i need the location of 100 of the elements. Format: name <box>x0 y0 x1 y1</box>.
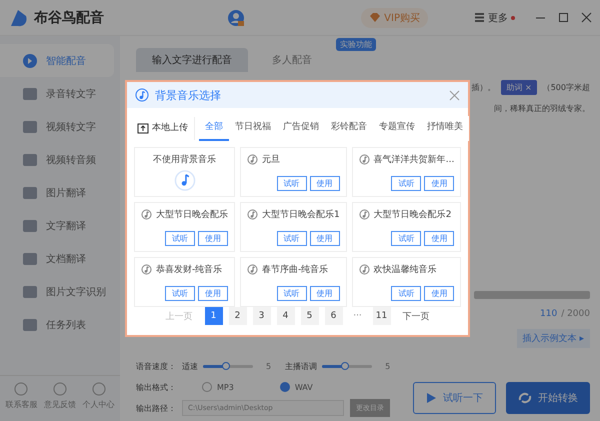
preview-button[interactable]: 试听 <box>165 231 195 246</box>
track-name: 春节序曲-纯音乐 <box>262 264 328 276</box>
page-button[interactable]: 11 <box>372 307 390 325</box>
track-name: 元旦 <box>262 154 280 166</box>
track-name: 欢快温馨纯音乐 <box>374 264 437 276</box>
hint-text: 间，稀释真正的羽绒专家。 <box>494 103 590 114</box>
setting-label: 输出路径： <box>136 402 176 414</box>
footer-link[interactable]: 意见反馈 <box>44 382 76 410</box>
track-name: 不使用背景音乐 <box>153 154 216 166</box>
circle-icon <box>92 382 106 396</box>
preview-button[interactable]: 试听 <box>165 286 195 301</box>
music-note-icon <box>358 264 370 275</box>
slider-label: 主播语调 <box>285 360 318 372</box>
sidebar-item-icon <box>22 250 38 266</box>
character-counter: 110 / 2000 <box>540 308 590 321</box>
circle-icon <box>52 382 67 396</box>
music-note-icon <box>247 209 258 220</box>
format-radio[interactable]: MP3 <box>202 382 234 392</box>
play-icon <box>426 392 437 404</box>
footer-link[interactable]: 个人中心 <box>82 382 115 410</box>
preview-button[interactable]: 试听 <box>391 231 422 246</box>
preview-button[interactable]: 试听 <box>391 176 422 191</box>
insert-example-button[interactable]: 插入示例文本 ▸ <box>516 329 590 348</box>
sidebar-item[interactable]: 视频转音频 <box>0 143 114 176</box>
use-button[interactable]: 使用 <box>310 176 340 191</box>
preview-button[interactable]: 试听 <box>391 286 422 301</box>
use-button[interactable]: 使用 <box>198 286 228 301</box>
music-note-icon <box>358 209 370 220</box>
more-menu[interactable]: 更多 <box>474 10 515 24</box>
sidebar-item-icon <box>22 284 38 300</box>
track-name: 喜气洋洋共贺新年... <box>374 154 454 166</box>
use-button[interactable]: 使用 <box>424 231 454 246</box>
sidebar-item[interactable]: 图片翻译 <box>0 176 114 209</box>
close-icon[interactable] <box>581 12 592 23</box>
sidebar-item-icon <box>22 152 38 168</box>
slider[interactable] <box>203 364 253 368</box>
page-button[interactable]: 5 <box>300 307 318 325</box>
preview-button[interactable]: 试听 <box>276 286 307 301</box>
track-name: 恭喜发财-纯音乐 <box>156 264 222 276</box>
track-name: 大型节日晚会配乐1 <box>262 208 340 221</box>
music-note-icon <box>174 170 196 191</box>
sidebar-item[interactable]: 智能配音 <box>0 44 114 77</box>
music-note-icon <box>141 264 152 275</box>
sidebar-item-icon <box>22 316 38 332</box>
diamond-icon <box>369 12 382 23</box>
mode-tab[interactable]: 输入文字进行配音 <box>136 48 248 72</box>
sidebar-item-icon <box>22 184 38 200</box>
use-button[interactable]: 使用 <box>198 231 228 246</box>
sidebar-item[interactable]: 任务列表 <box>0 308 114 341</box>
maximize-icon[interactable] <box>558 12 569 23</box>
slider-label: 适速 <box>182 360 198 372</box>
page-button[interactable]: 4 <box>276 307 294 325</box>
page-button[interactable]: 2 <box>228 307 246 325</box>
sidebar-item-icon <box>22 218 38 234</box>
page-button[interactable]: 6 <box>324 307 342 325</box>
music-note-icon <box>358 154 370 165</box>
sidebar-item[interactable]: 文档翻译 <box>0 242 114 275</box>
preview-button[interactable]: 试听 <box>276 231 307 246</box>
menu-icon <box>474 12 485 23</box>
circle-icon <box>14 382 28 396</box>
dialog-title: 背景音乐选择 <box>155 88 221 102</box>
pause-chip[interactable]: 助词 × <box>501 80 537 95</box>
music-note-icon <box>141 209 152 220</box>
slider-value: 5 <box>385 362 390 370</box>
vip-button[interactable]: VIP购买 <box>361 8 428 28</box>
use-button[interactable]: 使用 <box>424 286 454 301</box>
track-name: 大型节日晚会配乐2 <box>374 208 452 221</box>
sidebar-item[interactable]: 录音转文字 <box>0 77 114 110</box>
notification-dot-icon <box>511 16 515 20</box>
track-name: 大型节日晚会配乐 <box>156 208 228 221</box>
format-radio[interactable]: WAV <box>280 382 313 392</box>
sidebar-item-icon <box>22 118 38 134</box>
slider[interactable] <box>322 364 372 368</box>
sidebar-item-icon <box>22 86 38 102</box>
preview-button[interactable]: 试听一下 <box>413 382 496 414</box>
use-button[interactable]: 使用 <box>310 231 340 246</box>
slider-value: 5 <box>266 362 272 370</box>
hint-text: （500字米超 <box>542 82 590 93</box>
hint-text: 插）。 <box>471 82 496 93</box>
sidebar-item[interactable]: 图片文字识别 <box>0 275 114 308</box>
page-button[interactable]: 1 <box>204 307 222 325</box>
sidebar-item-icon <box>22 52 38 68</box>
setting-label: 输出格式： <box>136 382 176 392</box>
page-button[interactable]: 3 <box>252 307 270 325</box>
footer-link[interactable]: 联系客服 <box>5 382 38 410</box>
music-note-icon <box>247 264 258 275</box>
setting-label: 语音速度： <box>136 360 176 372</box>
close-icon[interactable] <box>449 90 460 100</box>
music-note-icon <box>135 88 149 102</box>
app-title: 布谷鸟配音 <box>34 8 104 26</box>
music-note-icon <box>247 154 258 165</box>
upload-icon <box>137 122 149 134</box>
sidebar-item[interactable]: 视频转文字 <box>0 110 114 143</box>
sidebar-item[interactable]: 文字翻译 <box>0 209 114 242</box>
convert-button[interactable]: 开始转换 <box>506 382 590 414</box>
use-button[interactable]: 使用 <box>424 176 454 191</box>
convert-icon <box>518 391 532 405</box>
preview-button[interactable]: 试听 <box>276 176 307 191</box>
use-button[interactable]: 使用 <box>310 286 340 301</box>
no-music-card[interactable]: 不使用背景音乐 <box>134 147 235 197</box>
